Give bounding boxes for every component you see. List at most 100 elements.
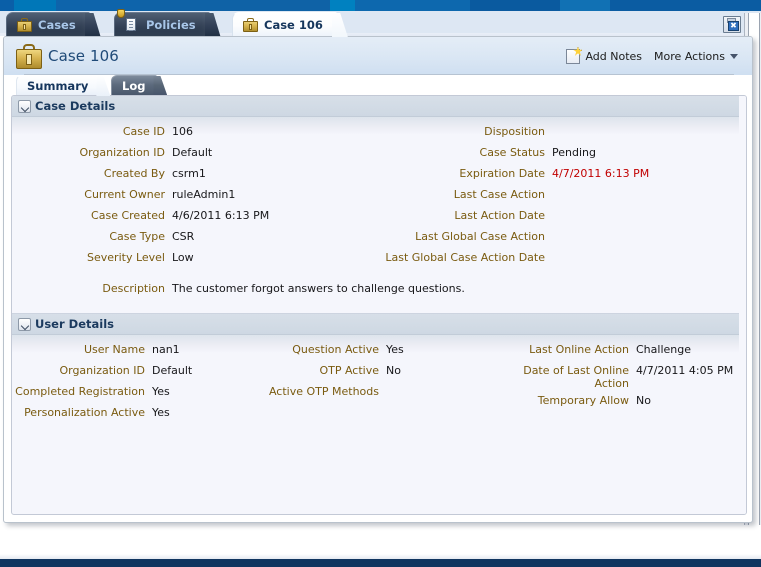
case-details-grid: Case ID 106 Organization ID Default Crea… xyxy=(12,117,746,268)
save-icon[interactable]: ✖ xyxy=(723,16,741,33)
field-label: Date of Last Online Action xyxy=(523,364,629,390)
field-value: The customer forgot answers to challenge… xyxy=(172,282,465,295)
more-actions-menu[interactable]: More Actions xyxy=(654,50,738,63)
field-label: Organization ID xyxy=(79,146,165,159)
tab-summary[interactable]: Summary xyxy=(16,75,111,96)
field-label: Last Global Case Action Date xyxy=(385,251,545,264)
save-icon-shutter: ✖ xyxy=(728,21,739,31)
field-question-active: Question Active Yes xyxy=(264,339,496,360)
briefcase-icon xyxy=(243,17,258,32)
user-details-column-1: User Name nan1 Organization ID Default C… xyxy=(12,339,264,423)
summary-content: Case Details Case ID 106 Organization ID xyxy=(11,95,747,515)
chevron-down-icon[interactable] xyxy=(18,99,31,113)
field-description: Description The customer forgot answers … xyxy=(12,268,746,295)
application-window: Cases Policies Case 106 ✖ Case 106 Add N… xyxy=(0,0,761,567)
field-created-by: Created By csrm1 xyxy=(12,163,382,184)
field-case-id: Case ID 106 xyxy=(12,121,382,142)
add-notes-label: Add Notes xyxy=(585,49,643,63)
field-value: 106 xyxy=(172,125,193,138)
main-tab-bar: Cases Policies Case 106 xyxy=(0,8,761,37)
page-title: Case 106 xyxy=(48,47,119,65)
field-value: CSR xyxy=(172,230,195,243)
case-details-body: Case ID 106 Organization ID Default Crea… xyxy=(12,117,746,314)
field-label: Severity Level xyxy=(87,251,165,264)
add-notes-button[interactable]: Add Notes xyxy=(566,46,643,64)
field-value: 4/7/2011 4:05 PM xyxy=(636,364,734,377)
field-label: Current Owner xyxy=(84,188,165,201)
field-value: Challenge xyxy=(636,343,691,356)
field-current-owner: Current Owner ruleAdmin1 xyxy=(12,184,382,205)
field-label: Last Case Action xyxy=(453,188,545,201)
tab-edge xyxy=(331,13,348,37)
field-label: Disposition xyxy=(484,125,545,138)
content-gutter xyxy=(739,96,746,514)
user-details-title: User Details xyxy=(35,317,114,331)
tab-policies-label: Policies xyxy=(146,17,196,32)
field-value: Default xyxy=(152,364,193,377)
field-otp-active: OTP Active No xyxy=(264,360,496,381)
case-details-left-column: Case ID 106 Organization ID Default Crea… xyxy=(12,121,382,268)
field-value: ruleAdmin1 xyxy=(172,188,236,201)
field-value: Low xyxy=(172,251,194,264)
tab-policies[interactable]: Policies xyxy=(114,8,221,37)
case-detail-panel: Case 106 Add Notes More Actions Summary xyxy=(3,36,753,523)
field-case-status: Case Status Pending xyxy=(382,142,742,163)
page-bottom-bar xyxy=(0,559,761,567)
tab-log-label: Log xyxy=(122,78,146,93)
field-last-action-date: Last Action Date xyxy=(382,205,742,226)
field-value: Yes xyxy=(152,385,170,398)
field-personalization-active: Personalization Active Yes xyxy=(12,402,264,423)
section-case-details: Case Details Case ID 106 Organization ID xyxy=(12,96,746,314)
field-label: Completed Registration xyxy=(15,385,145,398)
field-label: Last Action Date xyxy=(454,209,545,222)
tab-summary-label: Summary xyxy=(27,78,89,93)
field-value: No xyxy=(386,364,401,377)
tab-log[interactable]: Log xyxy=(111,75,168,96)
more-actions-label: More Actions xyxy=(654,49,725,63)
field-label: Case Created xyxy=(91,209,165,222)
field-label: Case ID xyxy=(122,125,165,138)
tab-edge xyxy=(84,13,101,37)
field-user-organization-id: Organization ID Default xyxy=(12,360,264,381)
field-active-otp-methods: Active OTP Methods xyxy=(264,381,496,402)
field-value: 4/6/2011 6:13 PM xyxy=(172,209,270,222)
field-label: Question Active xyxy=(292,343,379,356)
field-date-of-last-online-action: Date of Last Online Action 4/7/2011 4:05… xyxy=(496,360,746,390)
case-details-right-column: Disposition Case Status Pending Expirati… xyxy=(382,121,742,268)
field-label: Temporary Allow xyxy=(537,394,629,407)
section-user-details: User Details User Name nan1 Organization… xyxy=(12,314,746,423)
field-user-name: User Name nan1 xyxy=(12,339,264,360)
case-details-title: Case Details xyxy=(35,99,116,113)
field-label: Last Online Action xyxy=(529,343,629,356)
briefcase-icon xyxy=(16,43,42,69)
tab-edge xyxy=(153,76,168,96)
field-value: csrm1 xyxy=(172,167,206,180)
field-case-created: Case Created 4/6/2011 6:13 PM xyxy=(12,205,382,226)
field-temporary-allow: Temporary Allow No xyxy=(496,390,746,411)
field-label: Case Type xyxy=(109,230,165,243)
tab-edge xyxy=(204,13,221,37)
field-label: Expiration Date xyxy=(459,167,545,180)
field-last-global-case-action-date: Last Global Case Action Date xyxy=(382,247,742,268)
field-case-type: Case Type CSR xyxy=(12,226,382,247)
user-details-grid: User Name nan1 Organization ID Default C… xyxy=(12,335,746,423)
user-details-header[interactable]: User Details xyxy=(12,314,746,335)
field-label: Description xyxy=(102,282,165,295)
header-actions: Add Notes More Actions xyxy=(566,46,742,64)
browser-chrome-strip xyxy=(0,0,761,11)
tab-cases[interactable]: Cases xyxy=(6,12,101,37)
user-details-body: User Name nan1 Organization ID Default C… xyxy=(12,335,746,423)
field-label: OTP Active xyxy=(319,364,379,377)
field-last-global-case-action: Last Global Case Action xyxy=(382,226,742,247)
field-value: Pending xyxy=(552,146,596,159)
chevron-down-icon[interactable] xyxy=(18,317,31,331)
field-label: Organization ID xyxy=(59,364,145,377)
note-add-icon xyxy=(566,46,583,64)
tab-case-106-label: Case 106 xyxy=(264,17,323,32)
chevron-down-icon xyxy=(730,53,738,59)
user-details-column-2: Question Active Yes OTP Active No Active… xyxy=(264,339,496,423)
field-last-case-action: Last Case Action xyxy=(382,184,742,205)
tab-case-106[interactable]: Case 106 xyxy=(232,12,348,37)
field-label: User Name xyxy=(83,343,145,356)
case-details-header[interactable]: Case Details xyxy=(12,96,746,117)
